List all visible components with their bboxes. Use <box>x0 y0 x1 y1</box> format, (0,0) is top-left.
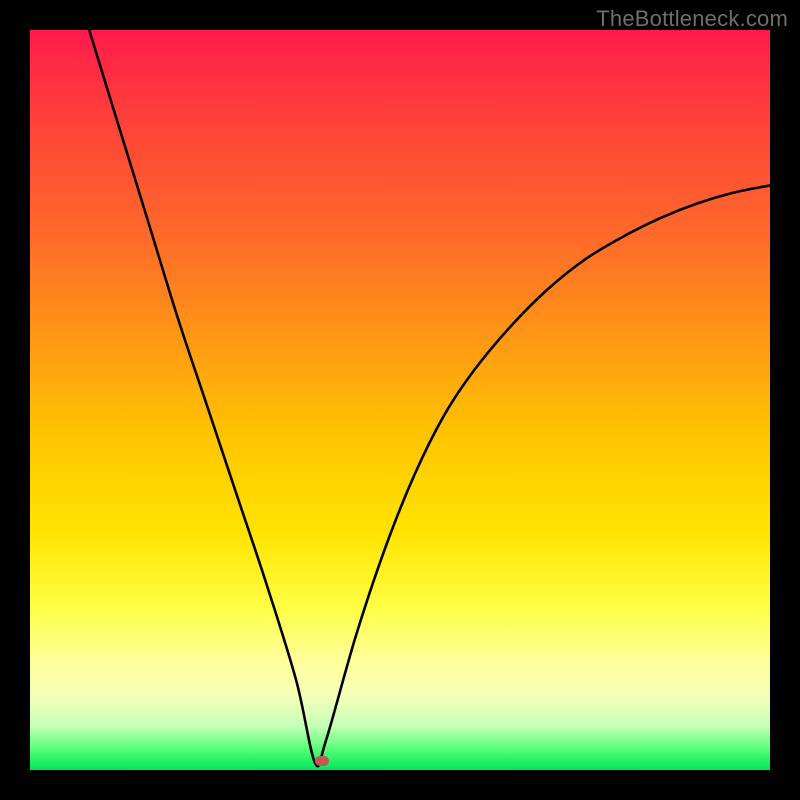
optimal-point-marker <box>315 756 329 766</box>
chart-frame: TheBottleneck.com <box>0 0 800 800</box>
plot-area <box>30 30 770 770</box>
watermark-text: TheBottleneck.com <box>596 6 788 32</box>
bottleneck-curve-path <box>89 30 770 766</box>
curve-svg <box>30 30 770 770</box>
